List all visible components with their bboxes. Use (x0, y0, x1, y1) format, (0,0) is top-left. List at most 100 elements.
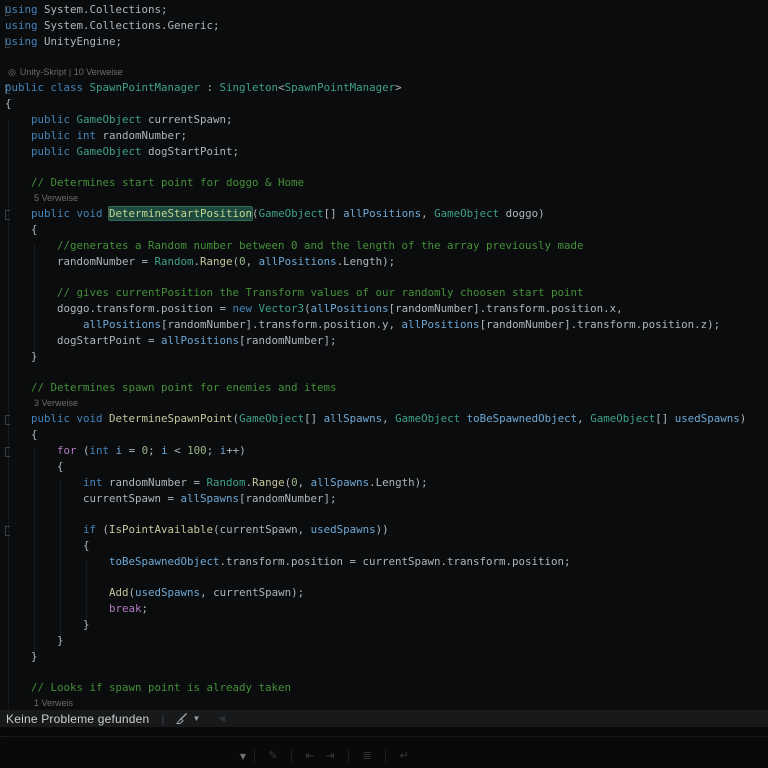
code-token: , (297, 476, 311, 489)
code-token: } (5, 634, 64, 647)
code-line: Add(usedSpawns, currentSpawn); (5, 585, 768, 601)
code-token: // gives currentPosition the Transform v… (5, 286, 584, 299)
code-token: // Looks if spawn point is already taken (5, 681, 292, 694)
code-token: randomNumber = (102, 476, 207, 489)
codelens-label: Unity-Skript | 10 Verweise (19, 67, 123, 77)
fold-marker[interactable] (5, 38, 10, 48)
scroll-left-icon[interactable]: ◀ (218, 713, 225, 724)
status-divider: | (161, 711, 165, 726)
codelens-references[interactable]: 3 Verweise (5, 396, 768, 411)
code-editor[interactable]: using System.Collections; using System.Co… (0, 0, 768, 710)
code-line: toBeSpawnedObject.transform.position = c… (5, 554, 768, 570)
code-token: Singleton (219, 81, 279, 94)
toolbar-combobox[interactable]: ▼ (8, 748, 246, 764)
codelens-references[interactable]: ◎ Unity-Skript | 10 Verweise (5, 65, 768, 80)
indent-icon[interactable]: ⇥ (320, 745, 340, 767)
code-token: } (5, 350, 38, 363)
code-token: System.Collections.Generic; (37, 19, 220, 32)
dropdown-caret-icon: ▼ (239, 751, 246, 761)
code-token: allSpawns (180, 492, 240, 505)
code-token: DetermineSpawnPoint (109, 412, 233, 425)
codelens-references[interactable]: 5 Verweise (5, 191, 768, 206)
code-token: [] (304, 412, 324, 425)
code-token: (currentSpawn, (213, 523, 311, 536)
code-line: // gives currentPosition the Transform v… (5, 285, 768, 301)
code-line: { (5, 538, 768, 554)
code-token: usedSpawns (310, 523, 376, 536)
code-token: { (5, 223, 38, 236)
code-line: { (5, 459, 768, 475)
fold-marker[interactable] (5, 447, 10, 457)
code-token: System.Collections; (37, 3, 168, 16)
code-token: dogStartPoint = (5, 334, 162, 347)
code-token: , (382, 412, 396, 425)
code-token: randomNumber = (5, 255, 155, 268)
code-line: int randomNumber = Random.Range(0, allSp… (5, 475, 768, 491)
code-token: usedSpawns (135, 586, 201, 599)
dropdown-caret-icon[interactable]: ▼ (193, 714, 201, 723)
fold-marker[interactable] (5, 526, 10, 536)
code-token: GameObject (258, 207, 324, 220)
code-token: SpawnPointManager (89, 81, 201, 94)
code-token: for (57, 444, 77, 457)
panel-divider (0, 736, 768, 737)
code-token: ) (739, 412, 747, 425)
code-token: Vector3 (258, 302, 305, 315)
fold-marker[interactable] (5, 6, 10, 16)
code-line: public GameObject currentSpawn; (5, 112, 768, 128)
line-break-icon[interactable]: ↵ (394, 745, 414, 767)
status-message[interactable]: Keine Probleme gefunden (6, 712, 149, 726)
code-token: if (83, 523, 97, 536)
edit-lines-icon[interactable]: ✎ (263, 745, 283, 767)
code-token: allPositions (258, 255, 337, 268)
code-line: dogStartPoint = allPositions[randomNumbe… (5, 333, 768, 349)
code-token: public int (31, 129, 97, 142)
code-token: public void (31, 412, 110, 425)
code-line: doggo.transform.position = new Vector3(a… (5, 301, 768, 317)
code-token: [randomNumber]; (239, 334, 337, 347)
code-token: toBeSpawnedObject (109, 555, 220, 568)
code-token: { (5, 539, 90, 552)
codelens-references[interactable]: 1 Verweis (5, 696, 768, 710)
editor-status-bar: Keine Probleme gefunden | ▼ ◀ (0, 710, 768, 727)
code-token: } (5, 618, 90, 631)
fold-marker[interactable] (5, 210, 10, 220)
code-line: { (5, 96, 768, 112)
code-token: randomNumber; (96, 129, 188, 142)
code-token: > (395, 81, 402, 94)
code-cleanup-broom-icon[interactable] (175, 712, 188, 725)
code-token: , (421, 207, 435, 220)
code-token: ; (141, 602, 149, 615)
code-token: int (89, 444, 110, 457)
code-line: allPositions[randomNumber].transform.pos… (5, 317, 768, 333)
code-token: doggo) (499, 207, 545, 220)
code-token: doggo.transform.position = (5, 302, 233, 315)
code-token: GameObject (76, 145, 142, 158)
code-token: // Determines spawn point for enemies an… (5, 381, 337, 394)
code-line: break; (5, 601, 768, 617)
fold-marker[interactable] (5, 84, 10, 94)
code-token: GameObject (434, 207, 500, 220)
code-token: : (200, 81, 220, 94)
code-token: dogStartPoint; (141, 145, 240, 158)
line-list-icon[interactable]: ≣ (357, 745, 377, 767)
code-line: public class SpawnPointManager : Singlet… (5, 80, 768, 96)
codelens-label: 5 Verweise (34, 193, 79, 203)
code-line: using System.Collections.Generic; (5, 18, 768, 34)
outdent-icon[interactable]: ⇤ (300, 745, 320, 767)
code-token: , (245, 255, 259, 268)
code-token: Range (200, 255, 233, 268)
code-token: ( (96, 523, 110, 536)
code-token: allPositions (343, 207, 422, 220)
code-token: currentSpawn = (5, 492, 181, 505)
code-token: usedSpawns (674, 412, 740, 425)
toolbar-separator (348, 749, 349, 763)
code-token: allPositions (83, 318, 162, 331)
code-line: public int randomNumber; (5, 128, 768, 144)
fold-marker[interactable] (5, 415, 10, 425)
